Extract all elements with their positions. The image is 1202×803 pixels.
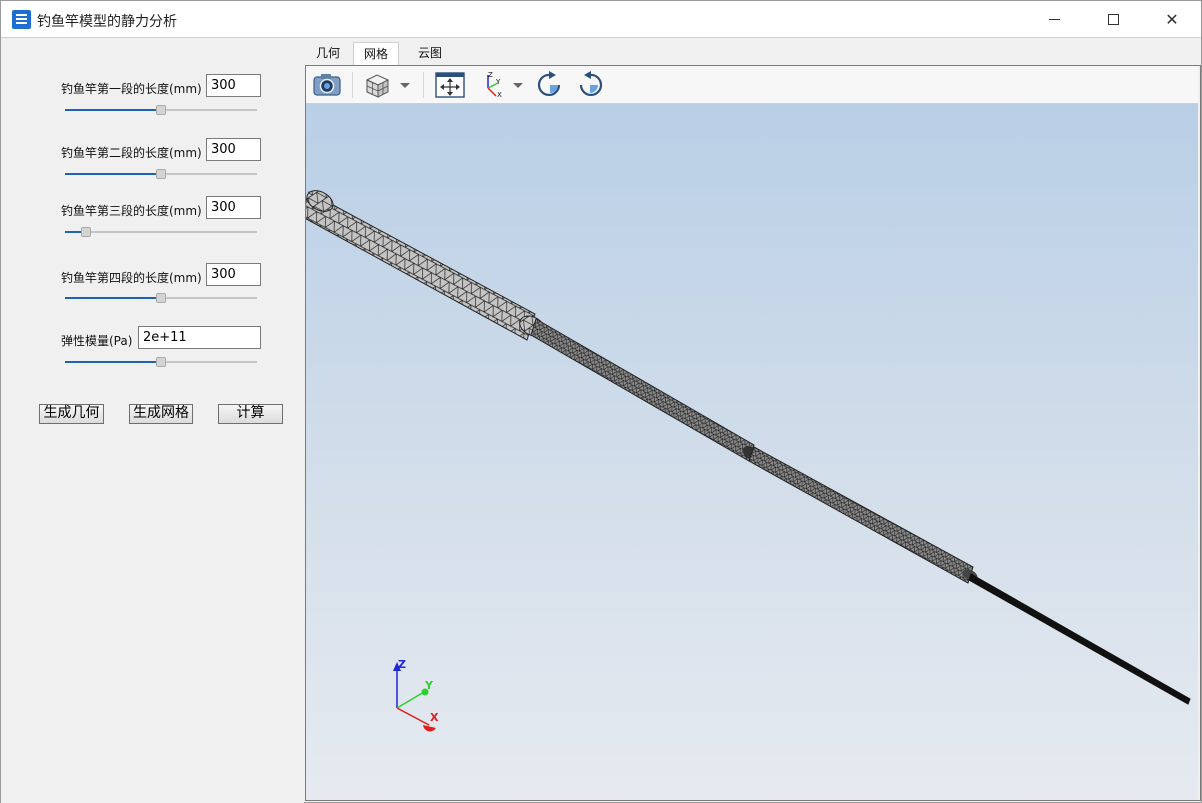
rod-segment-2 [530,318,760,462]
rotate-cw-icon[interactable] [535,70,565,100]
axis-z-label: Z [398,658,406,671]
close-icon: ✕ [1165,10,1179,29]
elastic-modulus-input[interactable]: 2e+11 [138,326,261,349]
maximize-icon [1107,14,1119,25]
toolbar-separator [423,72,424,98]
segment-4-length-input[interactable]: 300 [206,263,261,286]
tab-contour[interactable]: 云图 [409,42,451,65]
axes-triad: Z Y X [393,658,439,732]
maximize-button[interactable] [1084,1,1142,38]
slider-thumb[interactable] [156,293,166,303]
segment-1-length-slider[interactable] [65,105,257,115]
param-label-segment-3: 钓鱼竿第三段的长度(mm) [61,204,202,218]
svg-text:Y: Y [495,78,501,86]
slider-thumb[interactable] [156,169,166,179]
elastic-modulus-slider[interactable] [65,357,257,367]
tab-geometry[interactable]: 几何 [309,42,347,65]
viewer-toolbar: Z Y X [306,66,1198,104]
slider-fill [65,109,161,111]
window-title: 钓鱼竿模型的静力分析 [37,14,177,30]
toolbar-separator [352,72,353,98]
slider-fill [65,361,161,363]
minimize-icon [1048,19,1060,20]
view-cube-icon[interactable] [361,70,393,100]
segment-3-length-input[interactable]: 300 [206,196,261,219]
segment-2-length-input[interactable]: 300 [206,138,261,161]
slider-fill [65,297,161,299]
camera-icon[interactable] [311,70,343,100]
segment-2-length-slider[interactable] [65,169,257,179]
app-logo-icon [12,10,31,29]
fit-all-icon[interactable] [434,70,466,100]
minimize-button[interactable] [1025,1,1083,38]
rotate-ccw-icon[interactable] [575,70,605,100]
axis-y-label: Y [424,679,434,692]
dropdown-arrow-icon[interactable] [511,70,525,100]
segment-3-length-slider[interactable] [65,227,257,237]
generate-mesh-button[interactable]: 生成网格 [129,404,193,424]
param-label-segment-4: 钓鱼竿第四段的长度(mm) [61,271,202,285]
tab-mesh[interactable]: 网格 [353,42,399,65]
close-button[interactable]: ✕ [1143,1,1201,38]
parameter-panel: 钓鱼竿第一段的长度(mm) 300 钓鱼竿第二段的长度(mm) 300 钓鱼竿第… [1,39,304,803]
segment-4-length-slider[interactable] [65,293,257,303]
axes-orientation-icon[interactable]: Z Y X [478,70,510,100]
svg-text:X: X [497,91,502,99]
rod-segment-4 [968,573,1191,705]
axis-x-label: X [430,711,439,724]
3d-viewport[interactable]: Z Y X [306,104,1198,800]
title-bar: 钓鱼竿模型的静力分析 ✕ [1,1,1201,38]
slider-thumb[interactable] [81,227,92,237]
param-label-segment-2: 钓鱼竿第二段的长度(mm) [61,146,202,160]
mesh-render: Z Y X [306,190,1191,732]
compute-button[interactable]: 计算 [218,404,283,424]
param-label-segment-1: 钓鱼竿第一段的长度(mm) [61,82,202,96]
svg-text:Z: Z [488,71,493,79]
slider-thumb[interactable] [156,105,166,115]
dropdown-arrow-icon[interactable] [398,70,412,100]
rod-segment-1 [306,190,545,341]
segment-1-length-input[interactable]: 300 [206,74,261,97]
slider-track [65,231,257,233]
app-window: 钓鱼竿模型的静力分析 ✕ 钓鱼竿第一段的长度(mm) 300 钓鱼竿第二段的长度… [0,0,1202,803]
param-label-elastic-modulus: 弹性模量(Pa) [61,334,133,348]
rod-segment-3 [748,446,978,584]
generate-geometry-button[interactable]: 生成几何 [39,404,104,424]
slider-fill [65,173,161,175]
view-tabs: 几何 网格 云图 [305,40,1201,65]
slider-thumb[interactable] [156,357,166,367]
